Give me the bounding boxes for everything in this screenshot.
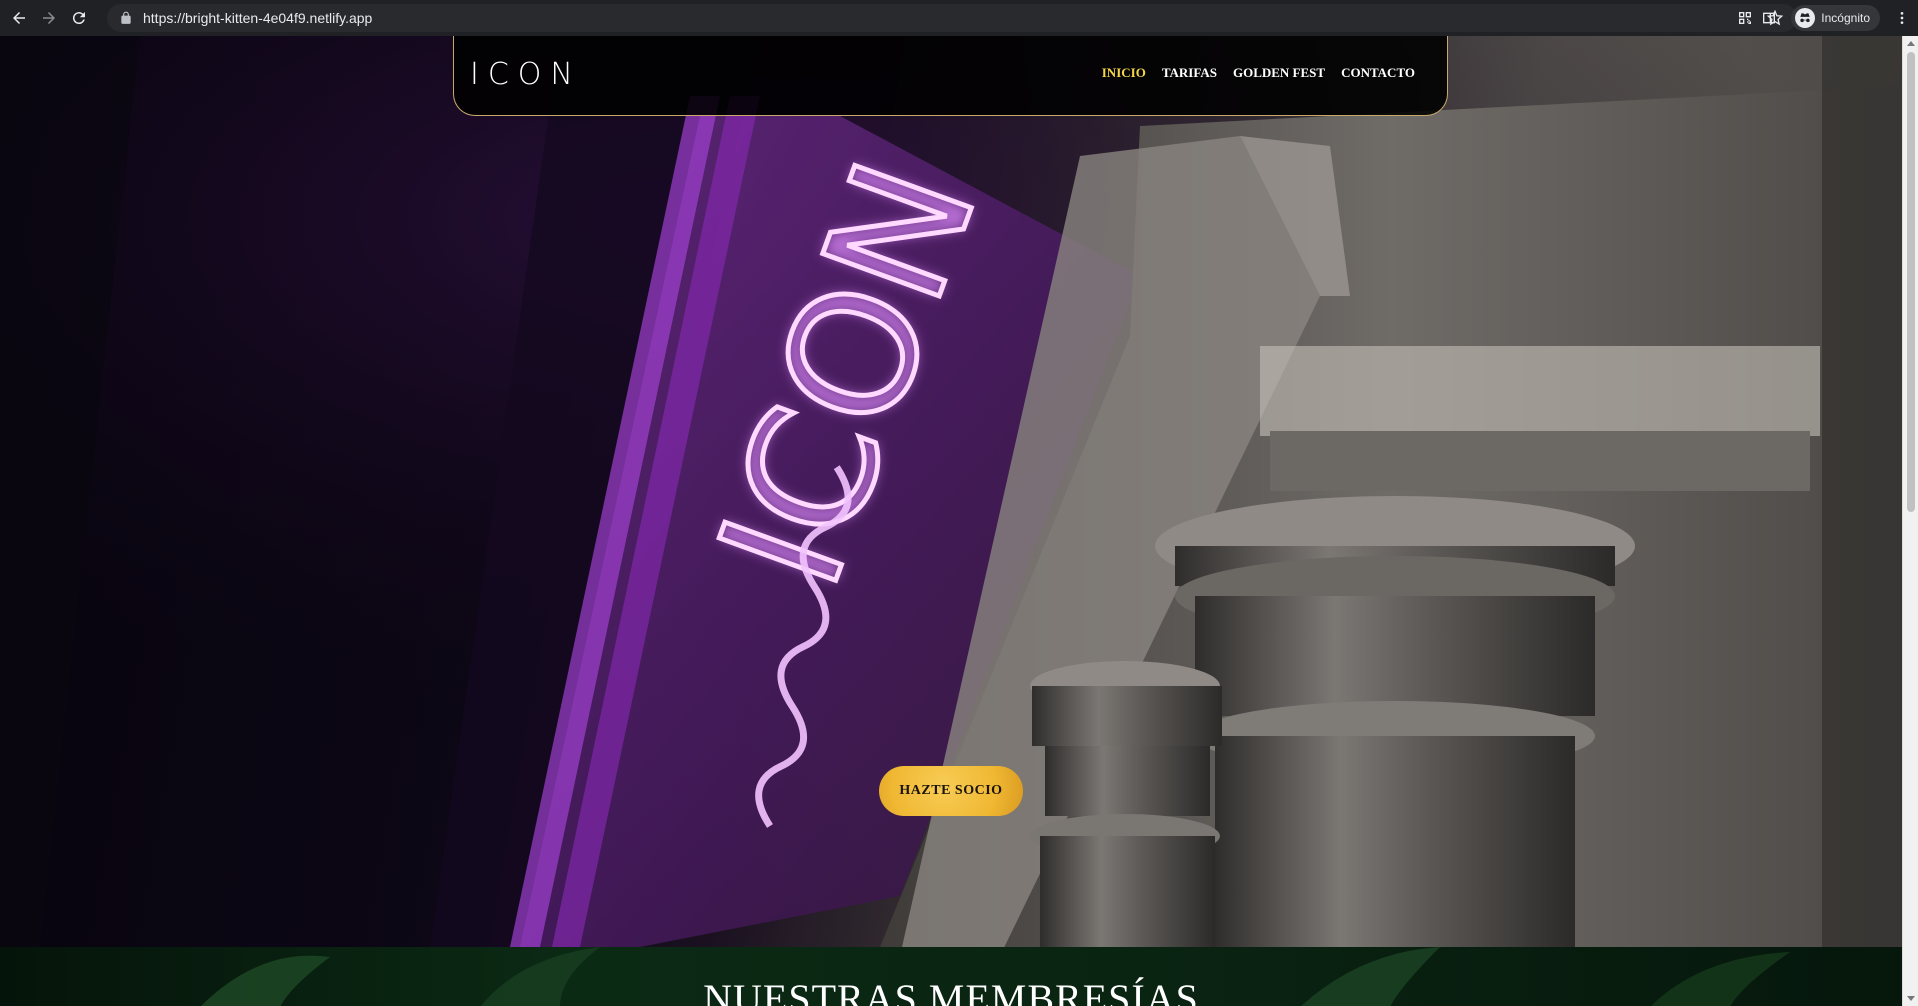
side-panel-icon[interactable] — [1761, 10, 1777, 26]
site-logo[interactable]: ICON — [470, 57, 582, 92]
memberships-title: NUESTRAS MEMBRESÍAS — [703, 976, 1199, 1006]
hero-section: ICON ICON ICON INICIO TARIFAS GOLDEN FES… — [0, 36, 1902, 947]
hazte-socio-button[interactable]: HAZTE SOCIO — [879, 766, 1023, 816]
back-button[interactable] — [8, 7, 30, 29]
page-scrollbar[interactable] — [1902, 36, 1918, 1006]
lock-icon[interactable] — [119, 11, 133, 25]
incognito-profile[interactable]: Incógnito — [1791, 5, 1880, 31]
reload-button[interactable] — [68, 7, 90, 29]
scrollbar-thumb[interactable] — [1907, 52, 1915, 512]
site-header: ICON INICIO TARIFAS GOLDEN FEST CONTACTO — [453, 36, 1448, 116]
main-navigation: INICIO TARIFAS GOLDEN FEST CONTACTO — [1102, 36, 1415, 112]
arrow-left-icon — [13, 12, 25, 24]
profile-label: Incógnito — [1821, 11, 1870, 25]
qr-code-icon[interactable] — [1737, 10, 1753, 26]
address-bar[interactable]: https://bright-kitten-4e04f9.netlify.app — [107, 4, 1797, 32]
url-text[interactable]: https://bright-kitten-4e04f9.netlify.app — [143, 10, 372, 26]
incognito-icon — [1795, 8, 1816, 28]
menu-kebab-icon[interactable] — [1894, 10, 1910, 26]
forward-button[interactable] — [38, 7, 60, 29]
page-viewport: ICON ICON ICON INICIO TARIFAS GOLDEN FES… — [0, 36, 1902, 1006]
memberships-section: NUESTRAS MEMBRESÍAS — [0, 947, 1902, 1006]
nav-link-inicio[interactable]: INICIO — [1102, 65, 1146, 81]
nav-link-contacto[interactable]: CONTACTO — [1341, 65, 1415, 81]
scroll-down-arrow-icon[interactable] — [1907, 996, 1915, 1001]
arrow-right-icon — [43, 12, 55, 24]
nav-link-golden-fest[interactable]: GOLDEN FEST — [1233, 65, 1325, 81]
reload-icon — [72, 12, 85, 25]
scroll-up-arrow-icon[interactable] — [1907, 41, 1915, 46]
browser-toolbar: https://bright-kitten-4e04f9.netlify.app… — [0, 0, 1918, 36]
nav-link-tarifas[interactable]: TARIFAS — [1162, 65, 1217, 81]
